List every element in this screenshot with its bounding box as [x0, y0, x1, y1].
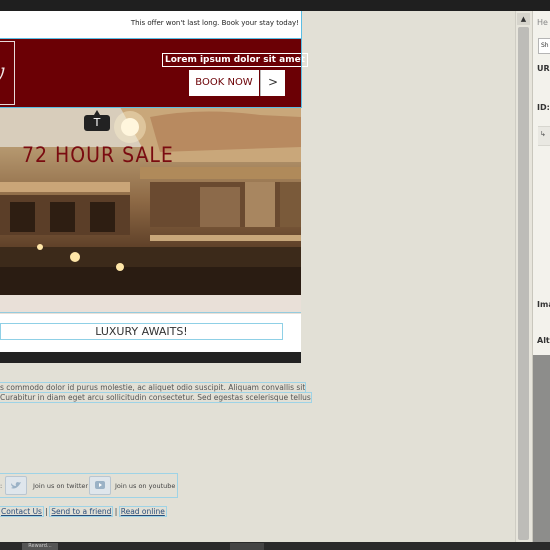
selection-guide-bottom — [0, 107, 301, 108]
selection-guide-top — [0, 38, 301, 39]
preheader-text: This offer won't last long. Book your st… — [130, 19, 299, 27]
footer-links: Contact Us | Send to a friend | Read onl… — [0, 506, 167, 517]
preheader-block[interactable]: This offer won't last long. Book your st… — [0, 11, 301, 39]
scroll-up-arrow-icon[interactable]: ▲ — [517, 13, 530, 25]
selection-guide-right — [301, 11, 302, 108]
bottom-segment[interactable] — [230, 543, 264, 550]
youtube-label[interactable]: Join us on youtube — [115, 482, 175, 490]
book-now-button[interactable]: BOOK NOW — [189, 70, 259, 96]
url-label: UR — [537, 64, 550, 73]
panel-heading: He — [537, 18, 548, 27]
body-text-line[interactable]: Curabitur in diam eget arcu sollicitudin… — [0, 392, 312, 403]
email-footer-bar — [0, 352, 301, 363]
social-links-block[interactable]: : Join us on twitter Join us on youtube — [0, 473, 178, 498]
hotel-logo: y — [0, 41, 15, 105]
id-label: ID: — [537, 103, 550, 112]
bottom-tab[interactable]: Reward... — [22, 543, 58, 550]
bottom-status-bar — [0, 542, 550, 550]
youtube-icon[interactable] — [89, 476, 111, 495]
move-handle-icon[interactable]: T — [84, 110, 110, 131]
image-preview[interactable] — [533, 355, 550, 542]
panel-select[interactable]: Sh — [538, 38, 550, 54]
link-separator: | — [45, 507, 48, 516]
alt-label: Alt — [537, 336, 550, 345]
twitter-label[interactable]: Join us on twitter — [33, 482, 88, 490]
send-to-friend-link[interactable]: Send to a friend — [51, 507, 111, 516]
lobby-illustration — [0, 107, 301, 314]
book-now-arrow-icon[interactable]: > — [260, 70, 285, 96]
luxury-heading[interactable]: LUXURY AWAITS! — [0, 323, 283, 340]
indent-row[interactable]: ↳ — [538, 126, 550, 146]
top-toolbar — [0, 0, 550, 11]
hero-sale-caption: 72 HOUR SALE — [22, 143, 174, 167]
logo-glyph: y — [0, 60, 4, 85]
twitter-icon[interactable] — [5, 476, 27, 495]
read-online-link[interactable]: Read online — [121, 507, 165, 516]
scrollbar-thumb[interactable] — [518, 27, 529, 540]
hero-image[interactable] — [0, 107, 301, 314]
selection-guide-hero — [0, 312, 301, 313]
image-label: Ima — [537, 300, 550, 309]
link-separator: | — [114, 507, 118, 516]
contact-us-link[interactable]: Contact Us — [1, 507, 42, 516]
banner-headline[interactable]: Lorem ipsum dolor sit amet — [162, 53, 308, 67]
body-text-line[interactable]: s commodo dolor id purus molestie, ac al… — [0, 382, 307, 393]
social-prefix: : — [0, 482, 3, 490]
